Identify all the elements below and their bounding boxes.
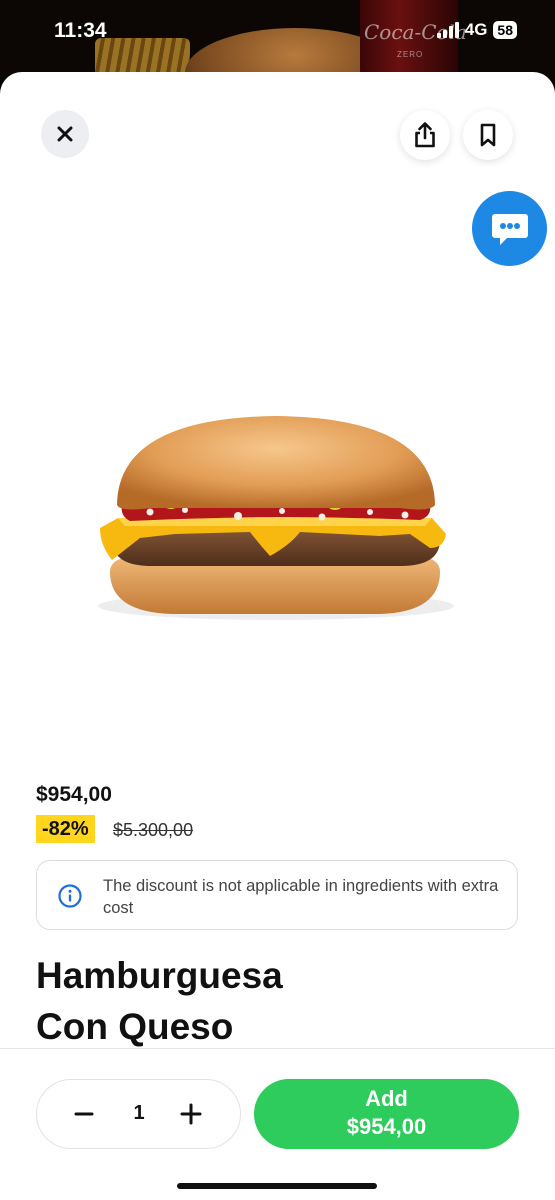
add-to-cart-button[interactable]: Add $954,00	[254, 1079, 519, 1149]
product-image	[98, 416, 454, 620]
decrease-button[interactable]	[73, 1103, 95, 1125]
quantity-stepper: 1	[36, 1079, 241, 1149]
current-price: $954,00	[36, 783, 112, 806]
quantity-value: 1	[133, 1102, 145, 1124]
home-indicator	[177, 1183, 377, 1189]
info-icon	[58, 884, 82, 908]
product-title: Hamburguesa Con Queso	[36, 950, 436, 1052]
discount-notice-text: The discount is not applicable in ingred…	[103, 877, 499, 917]
discount-badge: -82%	[36, 815, 95, 843]
add-button-price: $954,00	[346, 1114, 427, 1139]
increase-button[interactable]	[179, 1102, 203, 1126]
minus-icon	[74, 1112, 94, 1116]
add-button-label: Add	[365, 1086, 408, 1111]
plus-icon	[180, 1103, 202, 1125]
original-price: $5.300,00	[113, 820, 194, 840]
product-title-line2: Con Queso	[36, 1006, 234, 1047]
product-title-line1: Hamburguesa	[36, 955, 283, 996]
discount-notice: The discount is not applicable in ingred…	[36, 860, 518, 930]
